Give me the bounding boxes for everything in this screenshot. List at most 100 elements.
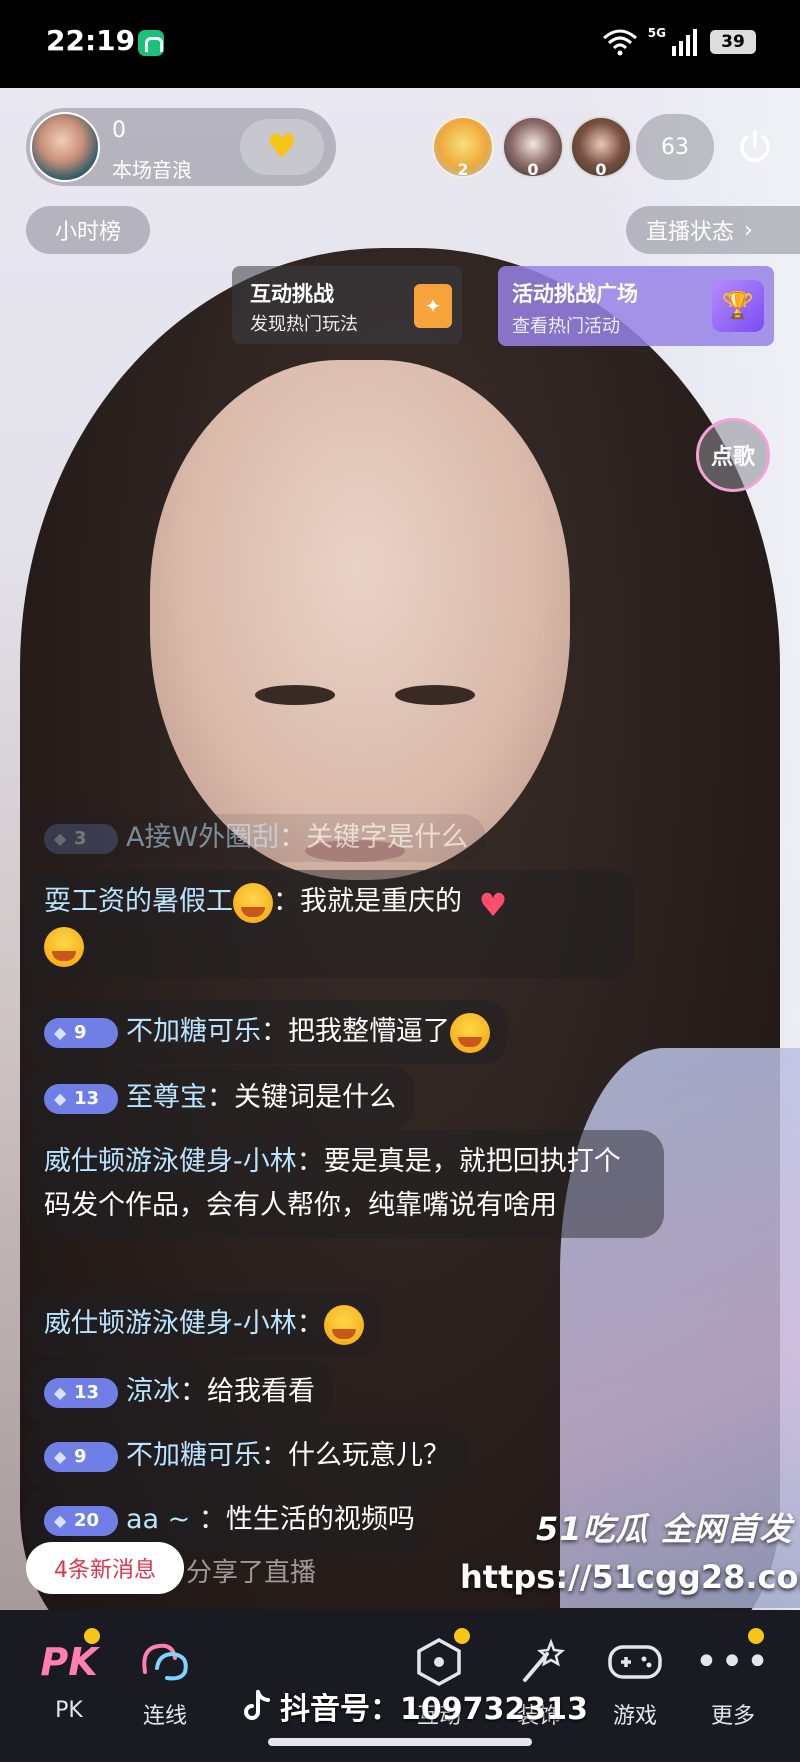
more-label: 更多 [710,1704,755,1729]
plaza-subtitle: 查看热门活动 [512,316,620,337]
more-button[interactable]: ••• 更多 [688,1628,778,1730]
comment-item[interactable]: 3 A接W外圈刮：关键字是什么 [24,814,487,862]
host-sound-wave-label: 本场音浪 [112,158,192,182]
watermark-url: https://51cgg28.com [460,1558,800,1596]
interactive-challenge-card[interactable]: 互动挑战 发现热门玩法 ✦ [232,266,462,344]
comment-item[interactable]: 9 不加糖可乐：把我整懵逼了 [24,1000,508,1064]
watermark-title: 51吃瓜 全网首发 [536,1510,793,1548]
comment-user[interactable]: 耍工资的暑假工 [44,886,233,917]
finger-heart-emoji-icon [471,883,511,927]
pk-icon: PK [40,1640,98,1684]
crying-laughing-emoji-icon [450,1012,490,1053]
comment-separator: ： [198,1504,226,1535]
link-mic-label: 连线 [142,1704,187,1729]
status-time: 22:19 [46,24,136,57]
streamer-eye-right [395,685,475,705]
comment-separator: ： [207,1082,234,1113]
end-live-button[interactable] [728,120,782,174]
douyin-id-text: 抖音号：109732313 [280,1692,588,1727]
crying-laughing-emoji-icon [44,926,84,967]
comment-separator: ： [273,886,300,917]
crying-laughing-emoji-icon [323,1304,364,1345]
comment-user[interactable]: 涼冰 [126,1376,180,1407]
trophy-icon: 🏆 [712,280,764,332]
link-mic-icon [142,1643,188,1681]
pk-button[interactable]: PK PK [24,1628,114,1723]
top-viewer-score: 2 [457,160,469,179]
comment-item[interactable]: 耍工资的暑假工 ：我就是重庆的 [24,870,634,978]
tiktok-logo-icon [244,1690,270,1720]
douyin-id-watermark: 抖音号：109732313 [242,1684,588,1728]
level-badge: 9 [44,1017,118,1048]
laughing-emoji-icon [233,882,273,923]
comment-separator: ： [279,822,307,853]
app-notification-icon [138,30,164,56]
hourly-rank-button[interactable]: 小时榜 [26,206,150,254]
gamepad-icon [608,1645,662,1679]
song-request-button[interactable]: 点歌 [696,418,770,492]
heart-icon: ♥ [266,127,298,167]
host-avatar[interactable] [30,112,100,182]
comment-text: 给我看看 [207,1376,315,1407]
network-type: 5G [647,26,666,40]
comment-separator: ： [180,1376,207,1407]
magic-wand-icon [523,1638,565,1682]
status-icons: 5G 39 [602,26,756,58]
fan-club-button[interactable]: ♥ [240,119,324,175]
level-badge: 13 [44,1083,118,1114]
more-dots-icon: ••• [694,1639,772,1685]
status-bar: 22:19 5G 39 [0,0,800,88]
wifi-icon [602,29,637,56]
power-icon [740,130,770,162]
host-sound-wave-count: 0 [112,118,126,143]
notification-dot [454,1628,470,1644]
new-messages-button[interactable]: 4条新消息 [26,1542,184,1594]
comment-user[interactable]: 不加糖可乐 [126,1440,261,1471]
streamer-eye-left [255,685,335,705]
comment-separator: ： [296,1146,324,1177]
chevron-right-icon: › [744,217,753,243]
comment-item[interactable]: 9 不加糖可乐：什么玩意儿？ [24,1424,468,1488]
plaza-title: 活动挑战广场 [512,282,638,306]
link-mic-button[interactable]: 连线 [120,1632,210,1730]
signal-icon [672,29,697,56]
challenge-subtitle: 发现热门玩法 [250,314,358,335]
sparkle-card-icon: ✦ [414,284,452,328]
comment-text: 关键词是什么 [234,1082,396,1113]
comment-user[interactable]: 至尊宝 [126,1082,207,1113]
notification-dot [84,1628,100,1644]
top-viewer-score: 0 [595,160,607,179]
top-viewer-score: 0 [527,160,539,179]
home-indicator[interactable] [268,1738,532,1746]
comment-separator: ： [296,1308,324,1339]
comment-item[interactable]: 威仕顿游泳健身-小林：要是真是，就把回执打个码发个作品，会有人帮你，纯靠嘴说有啥… [24,1130,664,1238]
live-status-label: 直播状态 [646,220,735,245]
level-badge: 9 [44,1441,118,1472]
comment-user[interactable]: aa ~ [126,1504,199,1535]
viewer-count-button[interactable]: 63 [636,114,714,180]
comment-text: 关键字是什么 [306,822,469,853]
comment-text: 我就是重庆的 [300,886,462,917]
pk-label: PK [55,1698,83,1723]
comment-item[interactable]: 13 至尊宝：关键词是什么 [24,1066,414,1130]
share-notice: 分享了直播 [186,1558,317,1588]
comment-user[interactable]: A接W外圈刮 [126,822,279,853]
comment-user[interactable]: 威仕顿游泳健身-小林 [44,1308,297,1339]
comment-user[interactable]: 威仕顿游泳健身-小林 [44,1146,297,1177]
comment-separator: ： [261,1440,288,1471]
comment-item[interactable]: 威仕顿游泳健身-小林： [24,1292,382,1356]
live-status-button[interactable]: 直播状态 › [626,206,800,254]
comment-user[interactable]: 不加糖可乐 [126,1016,261,1047]
notification-dot [748,1628,764,1644]
comment-item[interactable]: 13 涼冰：给我看看 [24,1360,333,1424]
activity-plaza-card[interactable]: 活动挑战广场 查看热门活动 🏆 [498,266,774,346]
comment-text: 什么玩意儿？ [288,1440,450,1471]
comment-text: 把我整懵逼了 [288,1016,450,1047]
level-badge: 20 [44,1505,118,1536]
comment-text: 性生活的视频吗 [225,1504,415,1535]
battery-indicator: 39 [710,30,756,54]
level-badge: 3 [44,823,118,854]
level-badge: 13 [44,1377,118,1408]
games-label: 游戏 [612,1704,657,1729]
games-button[interactable]: 游戏 [590,1632,680,1730]
